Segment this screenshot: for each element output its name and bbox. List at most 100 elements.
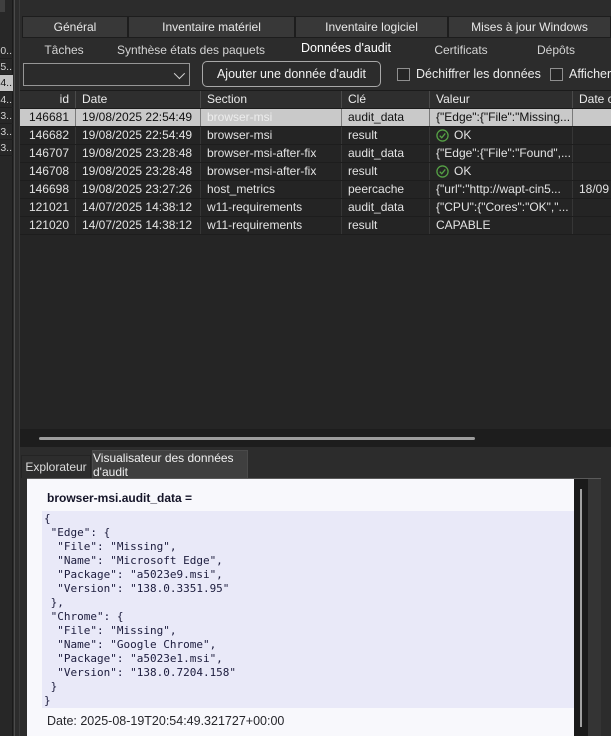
valeur-text: {"CPU":{"Cores":"OK","...: [436, 199, 569, 216]
checkbox-icon[interactable]: [397, 68, 410, 81]
show-checkbox[interactable]: Afficher: [550, 66, 611, 82]
tab-donnees-audit[interactable]: Données d'audit: [276, 39, 416, 60]
tab-depots[interactable]: Dépôts: [506, 39, 606, 60]
column-header-id[interactable]: id: [20, 91, 76, 108]
tab-inventaire-logiciel[interactable]: Inventaire logiciel: [295, 16, 448, 38]
tab-mises-a-jour-windows[interactable]: Mises à jour Windows: [448, 16, 611, 38]
table-row[interactable]: 146681 19/08/2025 22:54:49 browser-msi a…: [20, 109, 611, 127]
left-cropped-panel: 0.. 5.. 4.. 4.. 3.. 3.. 3..: [0, 0, 13, 736]
cell-id: 146698: [20, 181, 76, 198]
valeur-text: {"Edge":{"File":"Missing...: [436, 109, 570, 126]
vertical-scrollbar[interactable]: [574, 479, 588, 736]
cell-date: 19/08/2025 23:27:26: [76, 181, 201, 198]
cell-id: 146708: [20, 163, 76, 180]
list-item[interactable]: 4..: [0, 92, 13, 108]
panel-right-gap: [588, 479, 601, 736]
cell-section: browser-msi: [201, 109, 342, 126]
cell-section: host_metrics: [201, 181, 342, 198]
cell-cle: audit_data: [342, 109, 430, 126]
table-row[interactable]: 146708 19/08/2025 23:28:48 browser-msi-a…: [20, 163, 611, 181]
audit-data-table: id Date Section Clé Valeur Date c 146681…: [20, 90, 611, 429]
table-row[interactable]: 146682 19/08/2025 22:54:49 browser-msi r…: [20, 127, 611, 145]
audit-filter-combobox[interactable]: [23, 63, 190, 86]
cell-cle: peercache: [342, 181, 430, 198]
decrypt-data-checkbox[interactable]: Déchiffrer les données: [397, 66, 541, 82]
cell-section: browser-msi-after-fix: [201, 145, 342, 162]
list-item[interactable]: 0..: [0, 43, 13, 59]
table-row[interactable]: 146698 19/08/2025 23:27:26 host_metrics …: [20, 181, 611, 199]
tab-synthese-paquets[interactable]: Synthèse états des paquets: [106, 39, 276, 60]
valeur-text: {"Edge":{"File":"Found",...: [436, 145, 571, 162]
valeur-text: OK: [454, 127, 471, 144]
cell-date: 14/07/2025 14:38:12: [76, 217, 201, 234]
json-text: { "Edge": { "File": "Missing", "Name": "…: [42, 511, 585, 708]
cell-date-c: [573, 217, 611, 234]
tab-general[interactable]: Général: [22, 16, 128, 38]
cell-valeur: {"Edge":{"File":"Missing...: [430, 109, 573, 126]
decrypt-checkbox-label: Déchiffrer les données: [416, 67, 541, 81]
cell-section: w11-requirements: [201, 217, 342, 234]
list-item[interactable]: 3..: [0, 140, 13, 156]
audit-data-viewer-panel: browser-msi.audit_data = { "Edge": { "Fi…: [27, 478, 601, 736]
cell-date-c: [573, 199, 611, 216]
tab-explorateur[interactable]: Explorateur: [21, 455, 91, 478]
cell-section: w11-requirements: [201, 199, 342, 216]
ok-check-icon: [436, 165, 449, 178]
vertical-scrollbar-thumb[interactable]: [580, 489, 582, 727]
list-item[interactable]: 5..: [0, 59, 13, 75]
cell-date-c: [573, 163, 611, 180]
column-header-date-c[interactable]: Date c: [573, 91, 611, 108]
valeur-text: {"url":"http://wapt-cin5...: [436, 181, 561, 198]
cell-valeur: OK: [430, 127, 573, 144]
column-header-cle[interactable]: Clé: [342, 91, 430, 108]
table-row[interactable]: 121020 14/07/2025 14:38:12 w11-requireme…: [20, 217, 611, 235]
table-header-row: id Date Section Clé Valeur Date c: [20, 91, 611, 109]
valeur-text: OK: [454, 163, 471, 180]
list-item[interactable]: 3..: [0, 108, 13, 124]
checkbox-icon[interactable]: [550, 68, 563, 81]
cell-cle: audit_data: [342, 199, 430, 216]
show-checkbox-label: Afficher: [569, 67, 611, 81]
cell-date: 19/08/2025 23:28:48: [76, 145, 201, 162]
cell-date-c: [573, 109, 611, 126]
cell-id: 146682: [20, 127, 76, 144]
add-audit-data-button[interactable]: Ajouter une donnée d'audit: [202, 61, 381, 87]
cell-cle: result: [342, 217, 430, 234]
cell-cle: result: [342, 127, 430, 144]
chevron-down-icon: [174, 67, 185, 78]
tab-certificats[interactable]: Certificats: [416, 39, 506, 60]
cell-date-c: 18/09: [573, 181, 611, 198]
tab-bar-primary: Général Inventaire matériel Inventaire l…: [22, 16, 611, 38]
tab-inventaire-materiel[interactable]: Inventaire matériel: [128, 16, 295, 38]
column-header-section[interactable]: Section: [201, 91, 342, 108]
horizontal-scrollbar-thumb[interactable]: [39, 437, 475, 440]
table-row[interactable]: 121021 14/07/2025 14:38:12 w11-requireme…: [20, 199, 611, 217]
tab-bar-secondary: Tâches Synthèse états des paquets Donnée…: [22, 39, 611, 60]
cell-valeur: {"CPU":{"Cores":"OK","...: [430, 199, 573, 216]
column-header-date[interactable]: Date: [76, 91, 201, 108]
cell-date: 14/07/2025 14:38:12: [76, 199, 201, 216]
list-item-selected[interactable]: 4..: [0, 75, 13, 91]
cell-cle: audit_data: [342, 145, 430, 162]
audit-data-screen: 0.. 5.. 4.. 4.. 3.. 3.. 3.. Général Inve…: [0, 0, 611, 736]
valeur-text: CAPABLE: [436, 217, 490, 234]
ok-check-icon: [436, 129, 449, 142]
tab-taches[interactable]: Tâches: [22, 39, 106, 60]
cell-date-c: [573, 127, 611, 144]
list-item[interactable]: 3..: [0, 124, 13, 140]
cell-date-c: [573, 145, 611, 162]
cell-id: 146681: [20, 109, 76, 126]
column-header-valeur[interactable]: Valeur: [430, 91, 573, 108]
cell-date: 19/08/2025 22:54:49: [76, 127, 201, 144]
cell-id: 146707: [20, 145, 76, 162]
viewer-title: browser-msi.audit_data =: [47, 491, 192, 505]
table-row[interactable]: 146707 19/08/2025 23:28:48 browser-msi-a…: [20, 145, 611, 163]
cell-section: browser-msi: [201, 127, 342, 144]
cell-valeur: CAPABLE: [430, 217, 573, 234]
cell-valeur: OK: [430, 163, 573, 180]
cell-cle: result: [342, 163, 430, 180]
cell-valeur: {"url":"http://wapt-cin5...: [430, 181, 573, 198]
tab-visualisateur-donnees-audit[interactable]: Visualisateur des données d'audit: [92, 450, 248, 478]
horizontal-scrollbar[interactable]: [20, 429, 611, 447]
cell-date: 19/08/2025 22:54:49: [76, 109, 201, 126]
